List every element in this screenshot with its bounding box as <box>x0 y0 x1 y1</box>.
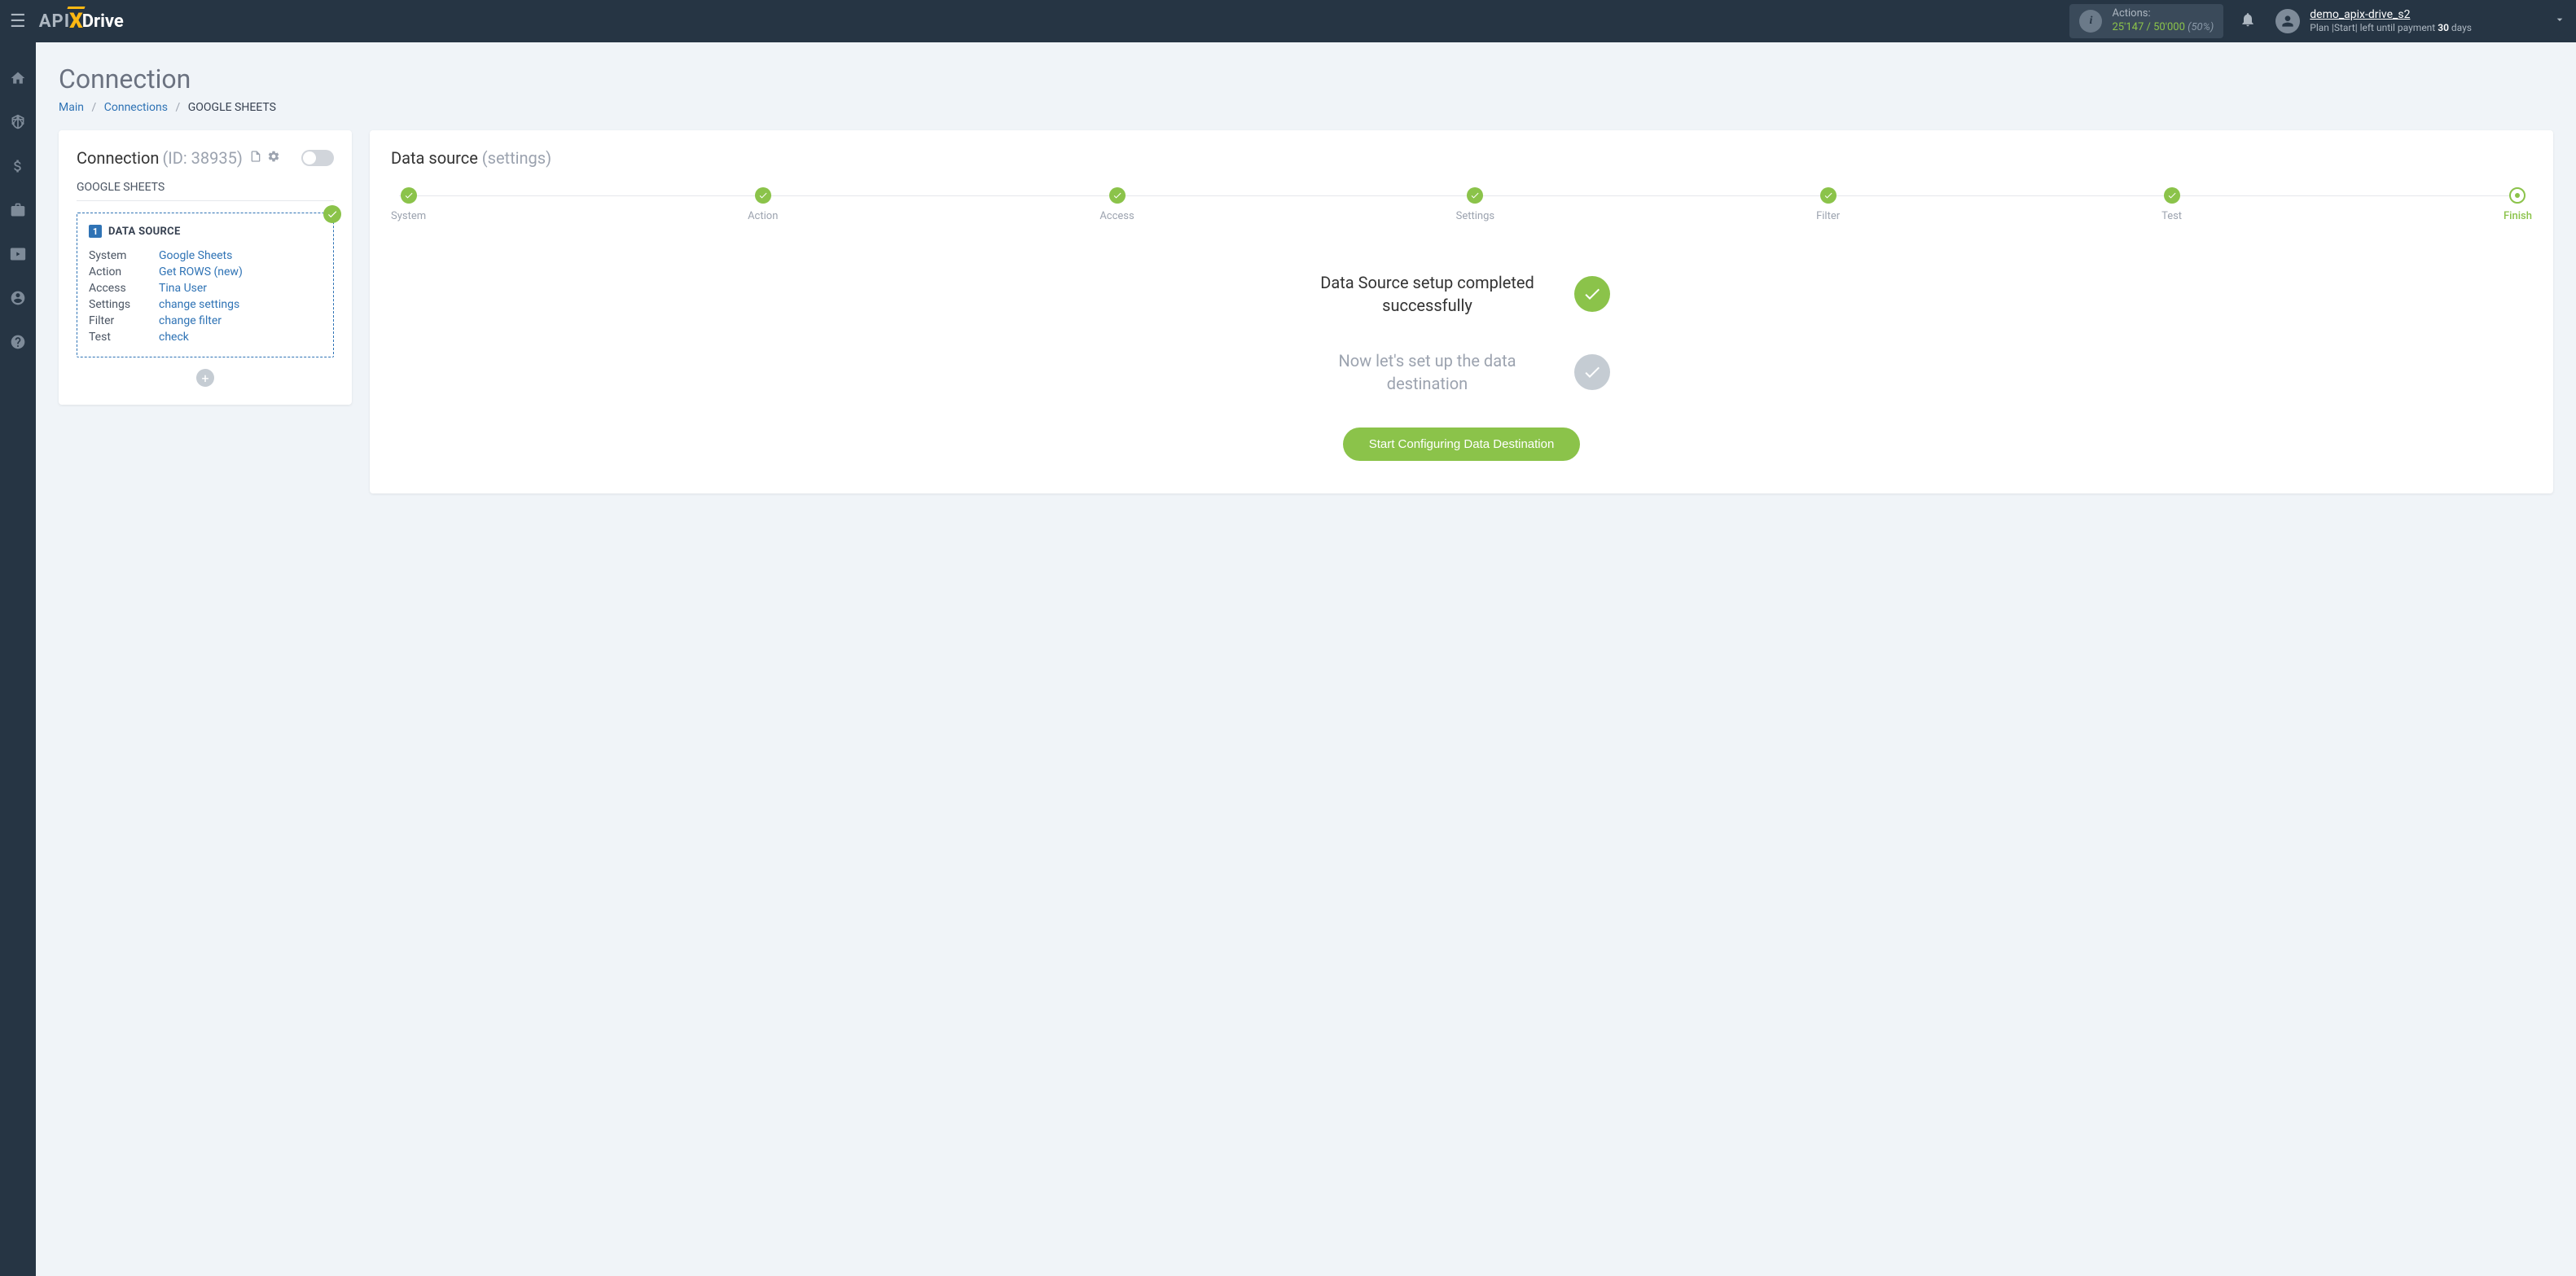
data-source-row: Settingschange settings <box>89 296 322 313</box>
step-label: Filter <box>1816 210 1840 222</box>
help-icon[interactable] <box>0 331 36 353</box>
actions-pct: (50%) <box>2188 21 2214 33</box>
actions-text: Actions: 25'147 / 50'000 (50%) <box>2112 7 2214 35</box>
username: demo_apix-drive_s2 <box>2310 7 2472 22</box>
user-menu[interactable]: demo_apix-drive_s2 Plan |Start| left unt… <box>2275 7 2566 35</box>
data-source-row: Testcheck <box>89 329 322 345</box>
success-message: Data Source setup completed successfully <box>1314 271 1542 317</box>
logo-drive: Drive <box>82 11 124 32</box>
plan-prefix: Plan |Start| left until payment <box>2310 22 2438 33</box>
add-destination-button[interactable]: + <box>196 369 214 387</box>
row-value-link[interactable]: Google Sheets <box>159 249 232 262</box>
data-source-row: AccessTina User <box>89 280 322 296</box>
top-navbar: ☰ API X Drive i Actions: 25'147 / 50'000… <box>0 0 2576 42</box>
step-label: System <box>391 210 426 222</box>
logo-api: API <box>39 11 70 32</box>
breadcrumb-main[interactable]: Main <box>59 101 84 114</box>
breadcrumb-sep: / <box>175 101 180 114</box>
settings-subtitle: (settings) <box>482 148 551 168</box>
wizard-step[interactable]: Action <box>748 187 778 222</box>
step-done-icon <box>2164 187 2180 204</box>
briefcase-icon[interactable] <box>0 199 36 221</box>
avatar-icon <box>2275 9 2300 33</box>
plan-line: Plan |Start| left until payment 30 days <box>2310 22 2472 35</box>
data-source-row: ActionGet ROWS (new) <box>89 264 322 280</box>
data-source-row: Filterchange filter <box>89 313 322 329</box>
data-source-title: DATA SOURCE <box>108 226 181 238</box>
left-sidebar <box>0 42 36 1276</box>
row-label: Settings <box>89 298 159 311</box>
row-value-link[interactable]: Get ROWS (new) <box>159 265 243 278</box>
data-source-box[interactable]: 1 DATA SOURCE SystemGoogle SheetsActionG… <box>77 213 334 357</box>
row-value-link[interactable]: change filter <box>159 314 222 327</box>
notifications-bell-icon[interactable] <box>2240 11 2256 32</box>
main-content: Connection Main / Connections / GOOGLE S… <box>36 42 2576 1276</box>
actions-label: Actions: <box>2112 7 2214 21</box>
data-source-row: SystemGoogle Sheets <box>89 248 322 264</box>
info-icon: i <box>2079 10 2102 33</box>
step-done-icon <box>1820 187 1837 204</box>
wizard-step[interactable]: Finish <box>2504 187 2532 222</box>
video-icon[interactable] <box>0 243 36 265</box>
user-icon[interactable] <box>0 287 36 309</box>
row-value-link[interactable]: change settings <box>159 298 239 311</box>
chevron-down-icon <box>2553 13 2566 29</box>
breadcrumb-connections[interactable]: Connections <box>104 101 168 114</box>
plan-days: 30 <box>2438 22 2449 33</box>
actions-used: 25'147 <box>2112 21 2144 33</box>
connection-toggle[interactable] <box>301 150 334 166</box>
row-label: System <box>89 249 159 262</box>
wizard-step[interactable]: Access <box>1099 187 1134 222</box>
gear-icon[interactable] <box>267 150 280 166</box>
wizard-step[interactable]: Test <box>2161 187 2182 222</box>
step-label: Action <box>748 210 778 222</box>
breadcrumb: Main / Connections / GOOGLE SHEETS <box>59 101 2553 114</box>
row-value-link[interactable]: check <box>159 331 189 344</box>
row-label: Access <box>89 282 159 295</box>
user-info: demo_apix-drive_s2 Plan |Start| left unt… <box>2310 7 2472 35</box>
step-number-badge: 1 <box>89 225 102 238</box>
actions-sep: / <box>2144 21 2153 33</box>
dollar-icon[interactable] <box>0 155 36 178</box>
actions-usage-box[interactable]: i Actions: 25'147 / 50'000 (50%) <box>2069 4 2223 38</box>
menu-toggle-icon[interactable]: ☰ <box>10 11 26 32</box>
breadcrumb-sep: / <box>91 101 96 114</box>
wizard-step[interactable]: Filter <box>1816 187 1840 222</box>
page-title: Connection <box>59 64 2553 94</box>
step-current-icon <box>2509 187 2526 204</box>
step-label: Test <box>2161 210 2182 222</box>
settings-title: Data source <box>391 148 478 168</box>
document-icon[interactable] <box>249 150 262 166</box>
connection-card: Connection (ID: 38935) GOOGLE SHEETS 1 D… <box>59 130 352 405</box>
start-configuring-button[interactable]: Start Configuring Data Destination <box>1343 428 1581 461</box>
step-label: Finish <box>2504 210 2532 222</box>
plan-suffix: days <box>2449 22 2472 33</box>
step-label: Settings <box>1456 210 1494 222</box>
step-done-icon <box>401 187 417 204</box>
home-icon[interactable] <box>0 67 36 90</box>
next-step-message: Now let's set up the data destination <box>1314 349 1542 395</box>
step-done-icon <box>755 187 771 204</box>
connection-subtitle: GOOGLE SHEETS <box>77 181 334 201</box>
step-done-icon <box>1109 187 1126 204</box>
row-label: Test <box>89 331 159 344</box>
wizard-step[interactable]: System <box>391 187 426 222</box>
connection-id: (ID: 38935) <box>162 148 242 168</box>
row-label: Action <box>89 265 159 278</box>
wizard-step[interactable]: Settings <box>1456 187 1494 222</box>
logo-x-icon: X <box>69 9 83 33</box>
logo[interactable]: API X Drive <box>39 9 124 33</box>
connection-title: Connection <box>77 148 159 168</box>
check-icon <box>323 205 341 223</box>
connections-icon[interactable] <box>0 111 36 134</box>
step-label: Access <box>1099 210 1134 222</box>
step-done-icon <box>1467 187 1483 204</box>
breadcrumb-current: GOOGLE SHEETS <box>188 101 276 114</box>
success-check-icon <box>1574 276 1610 312</box>
data-source-settings-card: Data source (settings) System Action Acces… <box>370 130 2553 493</box>
pending-check-icon <box>1574 354 1610 390</box>
row-value-link[interactable]: Tina User <box>159 282 207 295</box>
row-label: Filter <box>89 314 159 327</box>
actions-total: 50'000 <box>2153 21 2185 33</box>
